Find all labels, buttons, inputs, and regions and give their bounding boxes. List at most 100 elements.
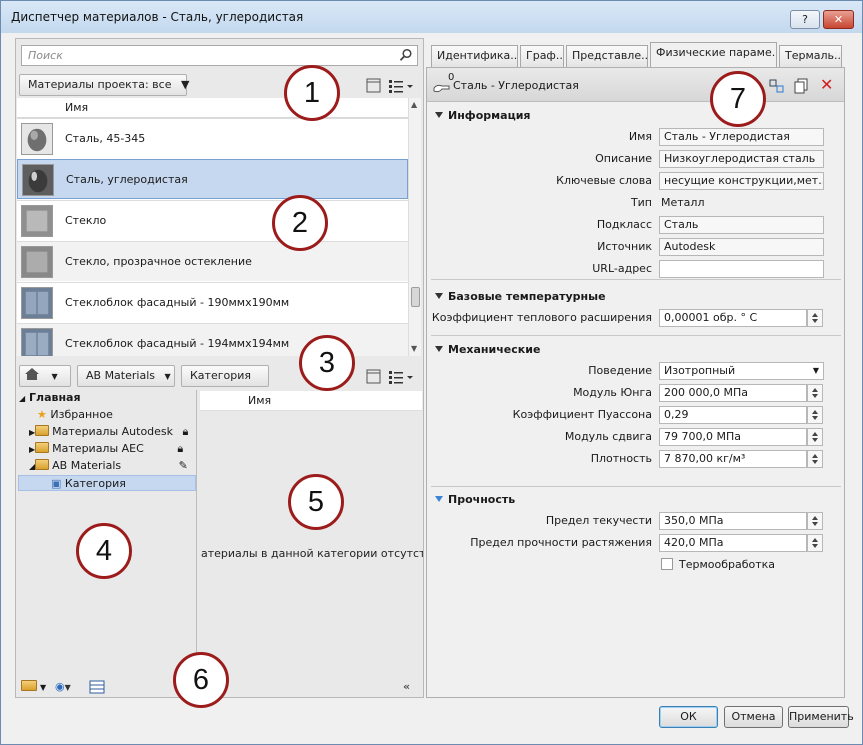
scroll-thumb[interactable] xyxy=(411,287,420,307)
material-row[interactable]: Стеклоблок фасадный - 190ммх190мм xyxy=(17,282,408,322)
behavior-label: Поведение xyxy=(588,364,652,377)
url-label: URL-адрес xyxy=(592,262,652,275)
folder-icon xyxy=(35,442,50,453)
material-row[interactable]: Стекло xyxy=(17,200,408,240)
thermal-coef-stepper[interactable] xyxy=(807,309,823,327)
tree-item-home[interactable]: ◢ Главная xyxy=(19,390,81,406)
thermal-coef-field[interactable]: 0,00001 обр. ° С xyxy=(659,309,807,327)
density-field[interactable]: 7 870,00 кг/м³ xyxy=(659,450,807,468)
sphere-swatch-icon xyxy=(21,123,53,155)
url-field[interactable] xyxy=(659,260,824,278)
tree-label: Материалы Autodesk xyxy=(52,425,174,438)
tab-thermal[interactable]: Термаль... xyxy=(779,45,842,67)
callout-2: 2 xyxy=(272,195,328,251)
column-name-header[interactable]: Имя xyxy=(65,101,88,114)
lock-icon: 🔒︎ xyxy=(177,442,184,455)
source-field[interactable]: Autodesk xyxy=(659,238,824,256)
section-information[interactable]: Информация xyxy=(435,109,531,122)
pencil-icon[interactable]: ✎ xyxy=(179,459,188,472)
section-mechanical[interactable]: Механические xyxy=(435,343,540,356)
delete-icon[interactable]: ✕ xyxy=(820,75,833,94)
scroll-down-icon[interactable]: ▼ xyxy=(411,344,417,353)
search-icon[interactable] xyxy=(399,48,413,62)
tree-label: Избранное xyxy=(50,408,113,421)
material-row[interactable]: Стекло, прозрачное остекление xyxy=(17,241,408,281)
column-name-header[interactable]: Имя xyxy=(248,394,271,407)
callout-1: 1 xyxy=(284,65,340,121)
shear-modulus-field[interactable]: 79 700,0 МПа xyxy=(659,428,807,446)
list-view-icon[interactable] xyxy=(388,78,416,94)
tree-item-ab-materials[interactable]: ◢ AB Materials ✎ xyxy=(29,458,188,474)
material-row[interactable]: Сталь, 45-345 xyxy=(17,118,408,158)
tab-appearance[interactable]: Представле... xyxy=(566,45,648,67)
materials-scrollbar[interactable]: ▲ ▼ xyxy=(408,98,421,356)
panel-toggle-icon[interactable] xyxy=(366,369,382,385)
shear-modulus-stepper[interactable] xyxy=(807,428,823,446)
callout-3: 3 xyxy=(299,335,355,391)
section-thermal[interactable]: Базовые температурные xyxy=(435,290,606,303)
poisson-field[interactable]: 0,29 xyxy=(659,406,807,424)
yield-strength-field[interactable]: 350,0 МПа xyxy=(659,512,807,530)
poisson-stepper[interactable] xyxy=(807,406,823,424)
breadcrumb-label: AB Materials xyxy=(86,369,155,382)
panel-toggle-icon[interactable] xyxy=(366,78,382,94)
scroll-up-icon[interactable]: ▲ xyxy=(411,100,417,109)
library-menu-icon[interactable]: ▼ xyxy=(21,680,46,693)
close-button[interactable]: ✕ xyxy=(823,10,854,29)
tree-item-favorites[interactable]: ★ Избранное xyxy=(37,407,113,423)
section-title: Информация xyxy=(448,109,531,122)
project-materials-filter[interactable]: Материалы проекта: все ▼ xyxy=(19,74,190,96)
yield-strength-label: Предел текучести xyxy=(545,514,652,527)
tensile-strength-field[interactable]: 420,0 МПа xyxy=(659,534,807,552)
expanded-arrow-icon[interactable]: ◢ xyxy=(19,394,25,403)
divider xyxy=(431,279,841,280)
tensile-strength-stepper[interactable] xyxy=(807,534,823,552)
library-home-button[interactable]: ▼ xyxy=(19,365,71,387)
behavior-select[interactable]: Изотропный ▼ xyxy=(659,362,824,380)
subclass-field[interactable]: Сталь xyxy=(659,216,824,234)
apply-button[interactable]: Применить xyxy=(788,706,854,728)
create-material-icon[interactable]: ◉▼ xyxy=(55,680,71,693)
tree-item-autodesk-materials[interactable]: ▶ Материалы Autodesk 🔒︎ xyxy=(29,424,188,440)
heat-treatment-checkbox[interactable] xyxy=(661,558,673,570)
callout-5: 5 xyxy=(288,474,344,530)
tree-item-aec-materials[interactable]: ▶ Материалы AEC 🔒︎ xyxy=(29,441,183,457)
yield-strength-stepper[interactable] xyxy=(807,512,823,530)
duplicate-icon[interactable] xyxy=(794,78,810,94)
breadcrumb-ab-materials[interactable]: AB Materials ▼ xyxy=(77,365,175,387)
breadcrumb-category[interactable]: Категория xyxy=(181,365,269,387)
behavior-value: Изотропный xyxy=(664,364,736,377)
collapse-panel-icon[interactable]: « xyxy=(403,680,410,693)
thermal-coef-label: Коэффициент теплового расширения xyxy=(431,311,652,324)
glass-swatch-icon xyxy=(21,205,53,237)
asset-name: Сталь - Углеродистая xyxy=(453,79,579,92)
list-view-icon[interactable] xyxy=(388,369,416,385)
description-field[interactable]: Низкоуглеродистая сталь xyxy=(659,150,824,168)
section-strength[interactable]: Прочность xyxy=(435,493,515,506)
glass-block-swatch-icon xyxy=(21,287,53,319)
tab-identity[interactable]: Идентифика... xyxy=(431,45,518,67)
chevron-down-icon: ▼ xyxy=(180,78,190,91)
shear-modulus-label: Модуль сдвига xyxy=(564,430,652,443)
search-input[interactable]: Поиск xyxy=(21,45,418,66)
cancel-button[interactable]: Отмена xyxy=(724,706,783,728)
tree-label: Категория xyxy=(64,477,126,490)
editor-toggle-icon[interactable] xyxy=(89,680,105,694)
young-modulus-field[interactable]: 200 000,0 МПа xyxy=(659,384,807,402)
tab-graphics[interactable]: Граф... xyxy=(520,45,564,67)
physical-properties-panel: 0 Сталь - Углеродистая ✕ Информация Имя … xyxy=(426,67,845,698)
material-editor: Идентифика... Граф... Представле... Физи… xyxy=(426,42,852,698)
tree-item-category[interactable]: ▣ Категория xyxy=(18,475,196,491)
help-button[interactable]: ? xyxy=(790,10,820,29)
material-name: Сталь, углеродистая xyxy=(66,173,188,186)
materials-list: Имя Сталь, 45-345 Сталь, углеродистая Ст… xyxy=(17,98,408,356)
young-modulus-stepper[interactable] xyxy=(807,384,823,402)
ok-button[interactable]: ОК xyxy=(659,706,718,728)
tab-physical[interactable]: Физические параме... xyxy=(650,42,777,68)
poisson-label: Коэффициент Пуассона xyxy=(512,408,652,421)
keywords-field[interactable]: несущие конструкции,мет... xyxy=(659,172,824,190)
material-row-selected[interactable]: Сталь, углеродистая xyxy=(17,159,408,199)
density-stepper[interactable] xyxy=(807,450,823,468)
replace-asset-icon[interactable] xyxy=(769,78,785,94)
name-field[interactable]: Сталь - Углеродистая xyxy=(659,128,824,146)
